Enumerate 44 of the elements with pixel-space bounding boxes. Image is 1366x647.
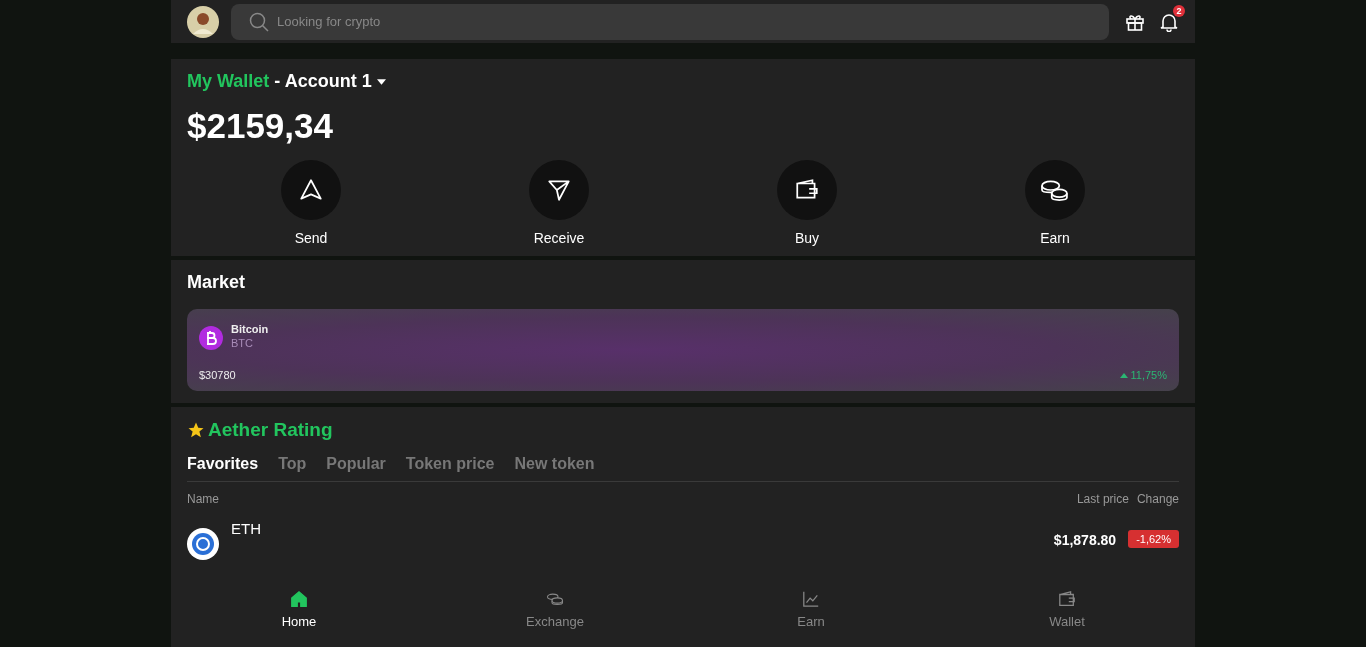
coin-card[interactable]: Bitcoin BTC $30780 11,75% <box>187 309 1179 391</box>
coins-icon <box>546 590 564 608</box>
nav-item[interactable]: Exchange <box>427 572 683 647</box>
coin-logo-icon <box>187 528 219 560</box>
tab[interactable]: Top <box>278 455 307 473</box>
nav-item[interactable]: Earn <box>683 572 939 647</box>
column-header: Name <box>187 492 219 506</box>
paper-plane-icon <box>546 177 572 203</box>
coin-name: Bitcoin <box>231 323 269 335</box>
section-title: Market <box>187 272 247 293</box>
action-label: Receive <box>533 230 585 246</box>
star-icon <box>187 421 205 439</box>
tab[interactable]: Favorites <box>187 455 259 473</box>
home-icon <box>290 590 308 608</box>
balance: $2159,34 <box>187 106 334 146</box>
line-chart-icon <box>802 590 820 608</box>
tab[interactable]: New token <box>514 455 595 473</box>
coin-price: $30780 <box>199 369 236 381</box>
coin-name: ETH <box>231 520 261 537</box>
action-label: Send <box>294 230 328 246</box>
last-price: $1,878.80 <box>1053 532 1117 548</box>
section-title: Aether Rating <box>208 419 333 441</box>
account-selector[interactable]: - Account 1 <box>274 71 372 92</box>
nav-item[interactable]: Home <box>171 572 427 647</box>
action-label: Earn <box>1040 230 1070 246</box>
caret-icon[interactable] <box>376 78 386 85</box>
notification-badge: 2 <box>1173 4 1185 17</box>
action-label: Buy <box>794 230 820 246</box>
tab[interactable]: Token price <box>405 455 495 473</box>
price-change: 11,75% <box>1130 369 1167 381</box>
coins-icon <box>1039 177 1071 203</box>
avatar[interactable] <box>187 5 219 38</box>
coin-symbol: BTC <box>231 337 254 349</box>
bitcoin-icon <box>199 326 223 350</box>
search-icon <box>249 11 269 32</box>
column-header: Last price <box>1076 492 1129 506</box>
nav-item[interactable]: Wallet <box>939 572 1195 647</box>
wallet-icon <box>1058 590 1076 608</box>
change-badge: -1,62% <box>1128 530 1179 548</box>
column-header: Change <box>1136 492 1179 506</box>
up-triangle-icon <box>1119 372 1128 378</box>
search-field[interactable]: Looking for crypto <box>231 3 1109 40</box>
tab[interactable]: Popular <box>326 455 386 473</box>
wallet-title: My Wallet <box>187 71 270 92</box>
